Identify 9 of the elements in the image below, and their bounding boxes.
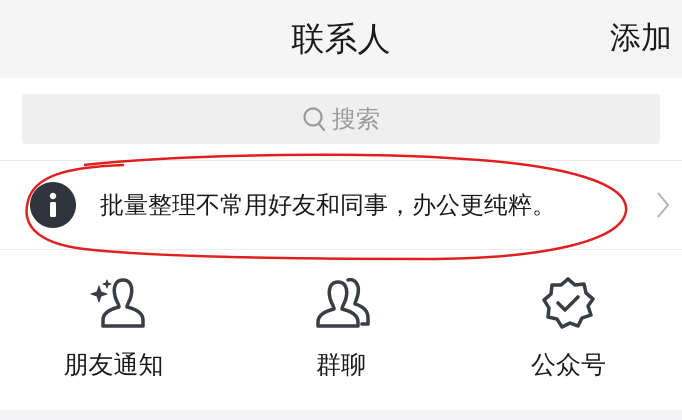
notice-text: 批量整理不常用好友和同事，办公更纯粹。 (100, 190, 556, 221)
add-button[interactable]: 添加 (610, 15, 672, 62)
page-title: 联系人 (292, 18, 390, 60)
shortcut-item[interactable]: 朋友通知 (0, 276, 228, 384)
chevron-right-icon (656, 191, 670, 219)
search-icon (302, 106, 326, 132)
info-icon (30, 182, 76, 228)
shortcut-item[interactable]: 公众号 (454, 276, 682, 384)
shortcut-item[interactable]: 群聊 (227, 276, 455, 384)
